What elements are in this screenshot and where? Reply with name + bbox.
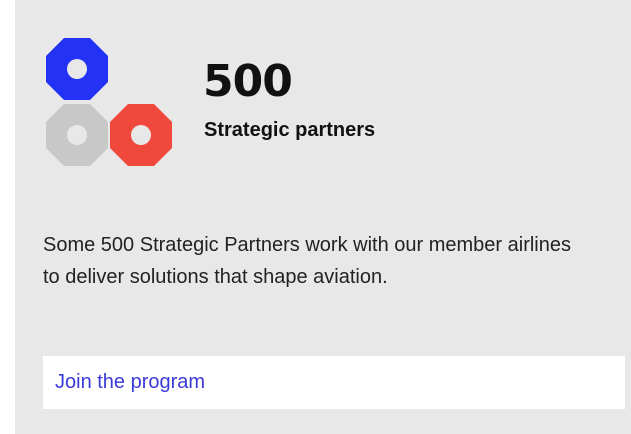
octagon-rings-logo-icon [46,38,172,166]
description-text: Some 500 Strategic Partners work with ou… [43,234,571,288]
join-program-label: Join the program [55,371,206,393]
join-program-link[interactable]: Join the program [43,356,625,409]
strategic-partners-card: 500 Strategic partners Some 500 Strategi… [15,0,631,434]
stat-label: Strategic partners [204,119,376,141]
stat-value: 500 [203,56,293,107]
